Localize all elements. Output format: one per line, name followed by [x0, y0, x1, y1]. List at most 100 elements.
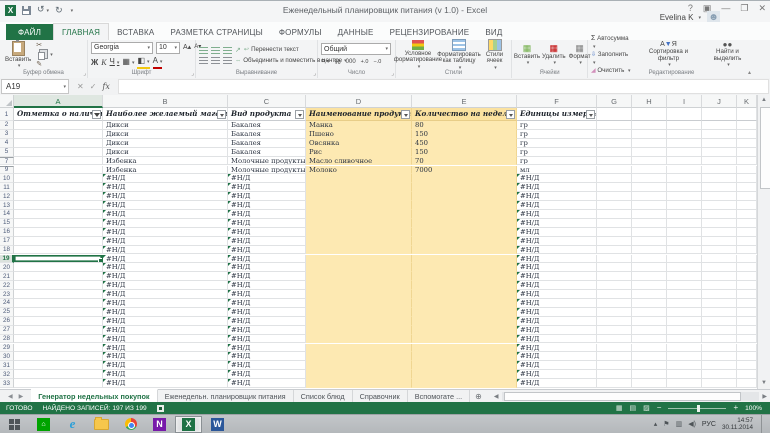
- cell-B19[interactable]: #Н/Д: [103, 254, 228, 264]
- cell-B17[interactable]: #Н/Д: [103, 236, 228, 246]
- cell-B31[interactable]: #Н/Д: [103, 361, 228, 371]
- zoom-slider-thumb[interactable]: [697, 404, 700, 412]
- row-header-18[interactable]: 18: [0, 245, 14, 255]
- cell-H24[interactable]: [632, 299, 667, 308]
- cell-B26[interactable]: #Н/Д: [103, 316, 228, 326]
- cell-H33[interactable]: [632, 379, 667, 388]
- cell-E12[interactable]: [412, 192, 517, 202]
- cell-H5[interactable]: [632, 147, 667, 157]
- dialog-launcher-icon[interactable]: ⌟: [391, 71, 394, 77]
- cell-K17[interactable]: [737, 236, 757, 246]
- cell-I3[interactable]: [667, 129, 702, 139]
- cell-C20[interactable]: #Н/Д: [228, 263, 306, 273]
- minimize-icon[interactable]: —: [721, 3, 730, 14]
- cell-H20[interactable]: [632, 263, 667, 273]
- cell-A31[interactable]: [14, 361, 103, 371]
- cell-I9[interactable]: [667, 165, 702, 175]
- row-header-13[interactable]: 13: [0, 201, 14, 210]
- align-right-icon[interactable]: [223, 57, 232, 64]
- comma-style-icon[interactable]: 000: [346, 58, 356, 67]
- cell-K22[interactable]: [737, 281, 757, 291]
- cell-J16[interactable]: [702, 227, 737, 237]
- cell-C23[interactable]: #Н/Д: [228, 290, 306, 299]
- action-center-icon[interactable]: ⚑: [663, 420, 669, 428]
- header-cell-B1[interactable]: Наиболее желаемый магазин: [103, 108, 228, 121]
- cell-C4[interactable]: Бакалея: [228, 138, 306, 148]
- row-header-3[interactable]: 3: [0, 129, 14, 139]
- cell-G15[interactable]: [597, 218, 632, 228]
- row-header-1[interactable]: 1: [0, 108, 14, 121]
- align-bottom-icon[interactable]: [223, 46, 232, 54]
- font-size-select[interactable]: 10 ▾: [156, 41, 180, 54]
- cell-F22[interactable]: #Н/Д: [517, 281, 597, 291]
- taskbar-app-word[interactable]: W: [204, 416, 231, 433]
- cell-E29[interactable]: [412, 343, 517, 353]
- header-cell-J1[interactable]: [702, 108, 737, 121]
- cell-J5[interactable]: [702, 147, 737, 157]
- cell-G28[interactable]: [597, 334, 632, 344]
- column-header-J[interactable]: J: [702, 95, 737, 108]
- cell-F28[interactable]: #Н/Д: [517, 334, 597, 344]
- cell-A17[interactable]: [14, 236, 103, 246]
- align-center-icon[interactable]: [211, 57, 220, 64]
- cell-F21[interactable]: #Н/Д: [517, 272, 597, 282]
- undo-icon[interactable]: ↺ ▾: [37, 4, 49, 16]
- cell-J25[interactable]: [702, 307, 737, 317]
- cell-D23[interactable]: [306, 290, 412, 299]
- cell-C3[interactable]: Бакалея: [228, 129, 306, 139]
- cell-E20[interactable]: [412, 263, 517, 273]
- tray-expand-icon[interactable]: ▴: [654, 420, 658, 428]
- header-cell-I1[interactable]: [667, 108, 702, 121]
- cell-D25[interactable]: [306, 307, 412, 317]
- cell-K15[interactable]: [737, 218, 757, 228]
- cell-C22[interactable]: #Н/Д: [228, 281, 306, 291]
- cell-E4[interactable]: 450: [412, 138, 517, 148]
- header-cell-C1[interactable]: Вид продукта: [228, 108, 306, 121]
- cell-F2[interactable]: гр: [517, 121, 597, 130]
- cell-B10[interactable]: #Н/Д: [103, 174, 228, 184]
- cell-B25[interactable]: #Н/Д: [103, 307, 228, 317]
- cell-H3[interactable]: [632, 129, 667, 139]
- cell-I26[interactable]: [667, 316, 702, 326]
- cell-F27[interactable]: #Н/Д: [517, 325, 597, 335]
- header-cell-G1[interactable]: [597, 108, 632, 121]
- cell-H9[interactable]: [632, 165, 667, 175]
- taskbar-app-store[interactable]: ⌂: [30, 416, 57, 433]
- cell-K9[interactable]: [737, 165, 757, 175]
- cell-C10[interactable]: #Н/Д: [228, 174, 306, 184]
- cell-D11[interactable]: [306, 183, 412, 193]
- cell-H16[interactable]: [632, 227, 667, 237]
- autosum-button[interactable]: Σ Автосумма ▾: [591, 35, 634, 51]
- cell-C26[interactable]: #Н/Д: [228, 316, 306, 326]
- cell-E15[interactable]: [412, 218, 517, 228]
- cell-C9[interactable]: Молочные продукты: [228, 165, 306, 175]
- cell-B27[interactable]: #Н/Д: [103, 325, 228, 335]
- cell-E22[interactable]: [412, 281, 517, 291]
- cell-B2[interactable]: Дикси: [103, 121, 228, 130]
- cell-F9[interactable]: мл: [517, 165, 597, 175]
- header-cell-E1[interactable]: Количество на неделю: [412, 108, 517, 121]
- cell-I25[interactable]: [667, 307, 702, 317]
- scroll-left-icon[interactable]: ◀: [491, 393, 502, 400]
- cell-J2[interactable]: [702, 121, 737, 130]
- font-color-icon[interactable]: А ▾: [152, 56, 163, 69]
- cell-K23[interactable]: [737, 290, 757, 299]
- cell-K10[interactable]: [737, 174, 757, 184]
- cell-I12[interactable]: [667, 192, 702, 202]
- align-left-icon[interactable]: [199, 57, 208, 64]
- cell-D26[interactable]: [306, 316, 412, 326]
- cell-A29[interactable]: [14, 343, 103, 353]
- cell-H27[interactable]: [632, 325, 667, 335]
- bold-button[interactable]: Ж: [91, 58, 98, 67]
- cell-I18[interactable]: [667, 245, 702, 255]
- save-icon[interactable]: [22, 5, 31, 15]
- cell-C27[interactable]: #Н/Д: [228, 325, 306, 335]
- cell-D18[interactable]: [306, 245, 412, 255]
- macro-record-icon[interactable]: [156, 404, 164, 412]
- cell-H14[interactable]: [632, 210, 667, 219]
- cell-C31[interactable]: #Н/Д: [228, 361, 306, 371]
- row-header-29[interactable]: 29: [0, 343, 14, 353]
- cell-D24[interactable]: [306, 299, 412, 308]
- cell-D2[interactable]: Манка: [306, 121, 412, 130]
- cell-C18[interactable]: #Н/Д: [228, 245, 306, 255]
